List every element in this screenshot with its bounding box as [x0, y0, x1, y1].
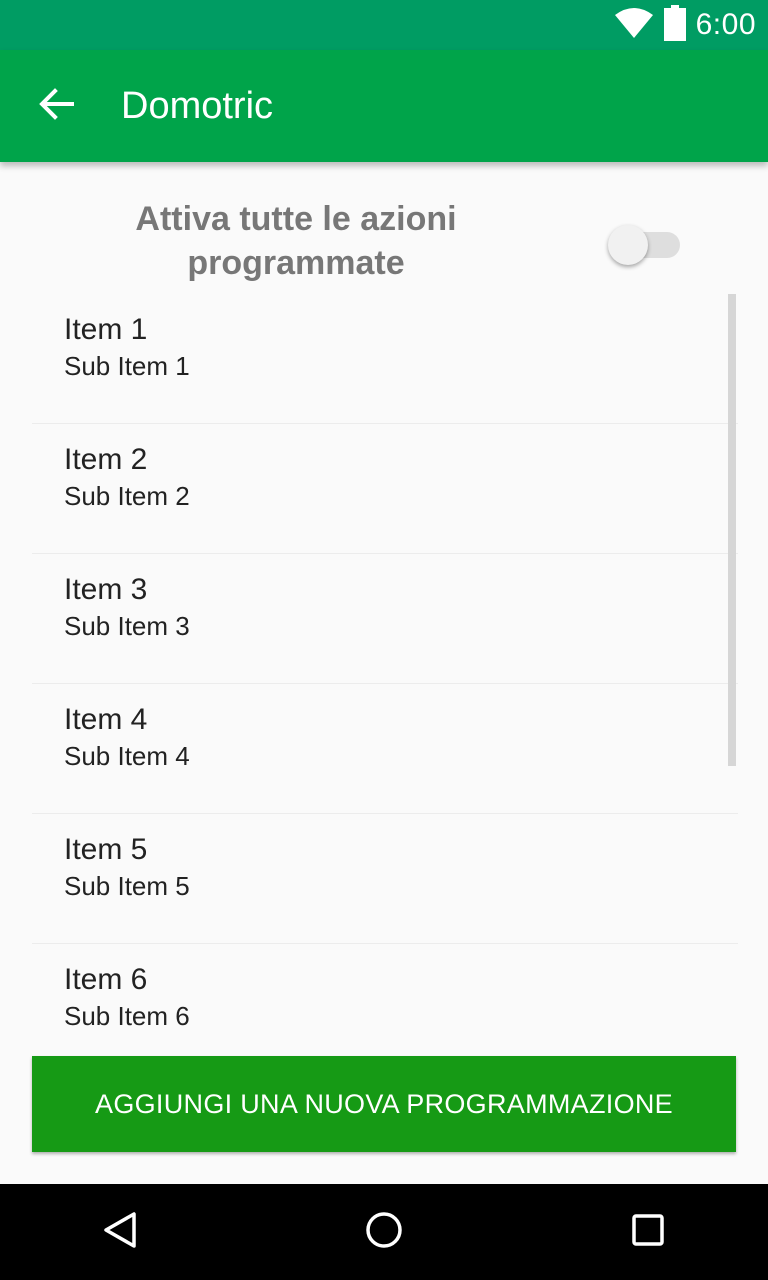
wifi-icon — [614, 7, 654, 44]
recents-square-icon — [628, 1210, 668, 1255]
back-button[interactable] — [28, 78, 84, 134]
item-subtitle: Sub Item 4 — [64, 741, 190, 771]
navigation-bar — [0, 1184, 768, 1280]
arrow-back-icon — [38, 87, 74, 125]
list-item[interactable]: Item 5 Sub Item 5 — [32, 814, 738, 944]
home-circle-icon — [364, 1210, 404, 1255]
item-subtitle: Sub Item 6 — [64, 1001, 190, 1031]
list-item[interactable]: Item 3 Sub Item 3 — [32, 554, 738, 684]
list-item[interactable]: Item 4 Sub Item 4 — [32, 684, 738, 814]
activate-all-switch[interactable] — [608, 225, 682, 265]
page-title: Domotric — [121, 85, 274, 127]
back-triangle-icon — [100, 1210, 140, 1255]
scrollbar[interactable] — [728, 294, 736, 766]
item-subtitle: Sub Item 3 — [64, 611, 190, 641]
item-title: Item 2 — [64, 443, 148, 476]
nav-home-button[interactable] — [356, 1204, 412, 1260]
status-bar: 6:00 — [0, 0, 768, 50]
list-item[interactable]: Item 6 Sub Item 6 — [32, 944, 738, 1056]
toggle-label: Attiva tutte le azioni programmate — [135, 200, 457, 282]
item-title: Item 6 — [64, 963, 148, 996]
list-item[interactable]: Item 2 Sub Item 2 — [32, 424, 738, 554]
list-item[interactable]: Item 1 Sub Item 1 — [32, 294, 738, 424]
item-title: Item 1 — [64, 313, 148, 346]
app-bar: Domotric — [0, 50, 768, 162]
item-subtitle: Sub Item 1 — [64, 351, 190, 381]
item-subtitle: Sub Item 2 — [64, 481, 190, 511]
item-title: Item 3 — [64, 573, 148, 606]
status-time: 6:00 — [695, 8, 756, 41]
item-title: Item 5 — [64, 833, 148, 866]
nav-recents-button[interactable] — [620, 1204, 676, 1260]
nav-back-button[interactable] — [92, 1204, 148, 1260]
toggle-row: Attiva tutte le azioni programmate — [0, 175, 768, 295]
item-title: Item 4 — [64, 703, 148, 736]
switch-thumb — [608, 225, 648, 265]
add-schedule-button[interactable]: AGGIUNGI UNA NUOVA PROGRAMMAZIONE — [32, 1056, 736, 1152]
schedule-list[interactable]: Item 1 Sub Item 1 Item 2 Sub Item 2 Item… — [32, 294, 738, 1056]
item-subtitle: Sub Item 5 — [64, 871, 190, 901]
battery-icon — [663, 4, 686, 46]
status-icons: 6:00 — [614, 0, 756, 50]
